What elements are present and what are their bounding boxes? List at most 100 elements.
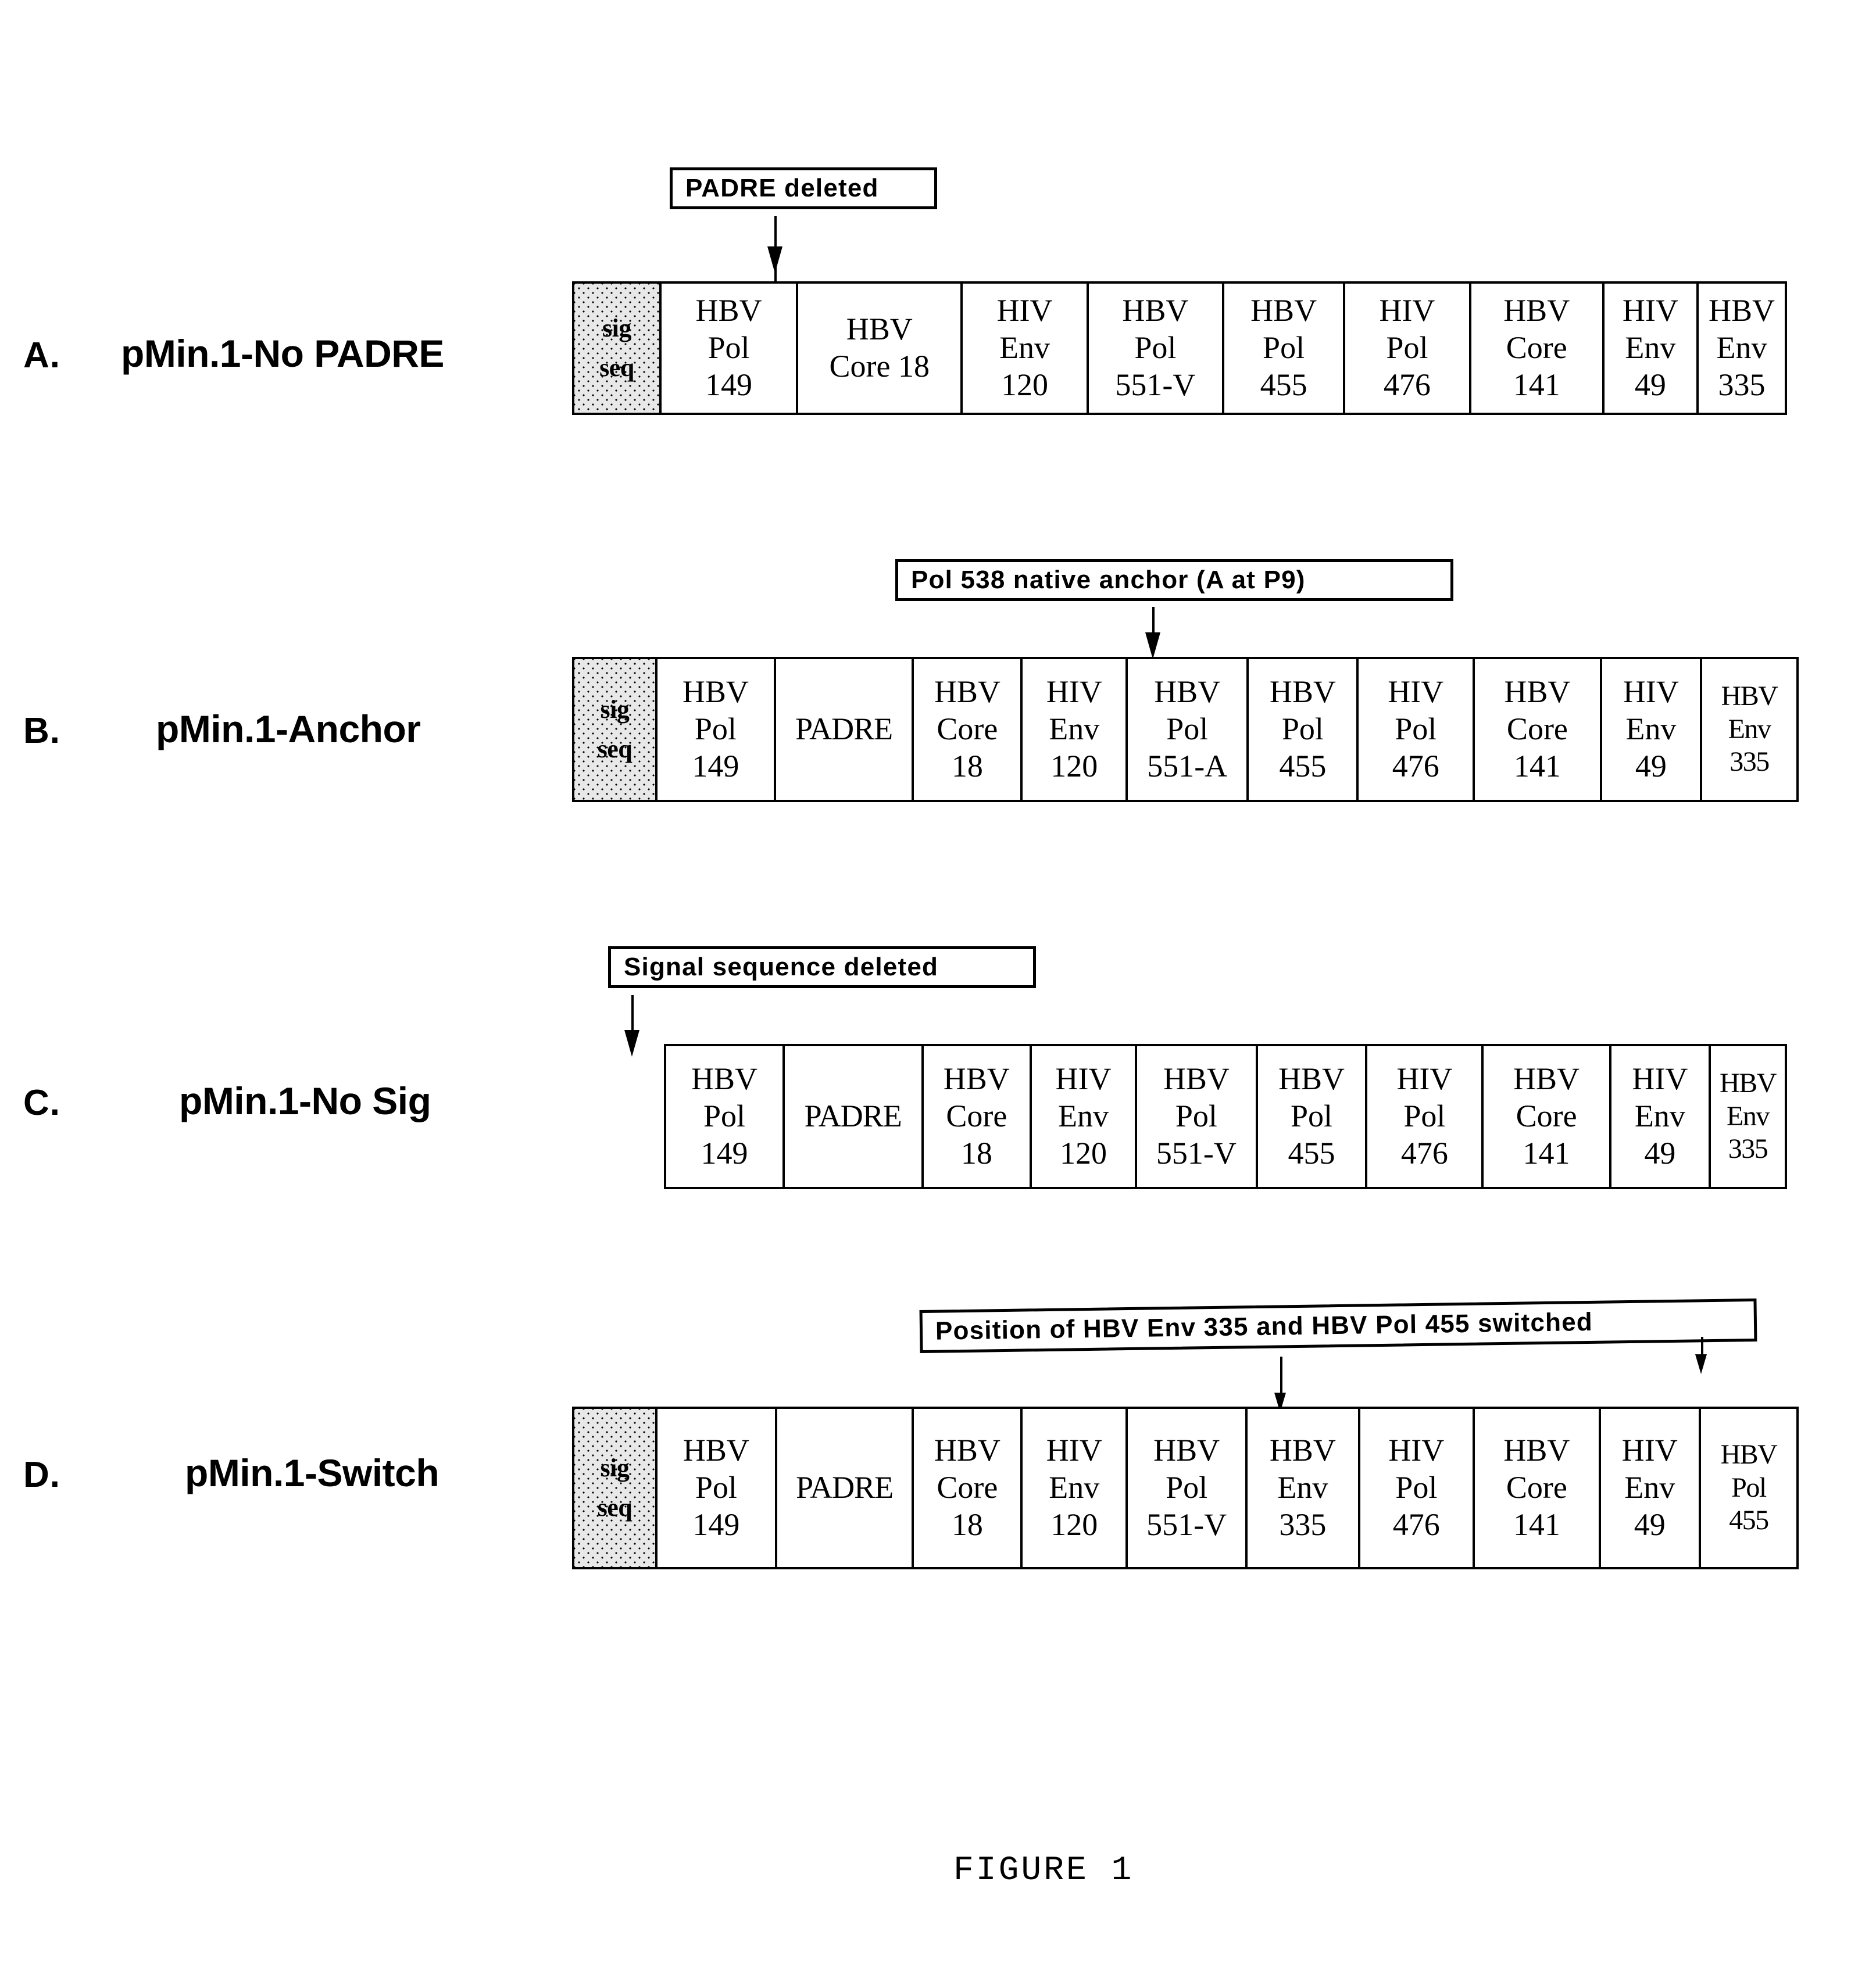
cassette-line: HBV [691, 1061, 757, 1097]
cassette-line: Pol [1731, 1472, 1767, 1503]
cassette-line: Pol [1395, 711, 1437, 747]
cassette-line: HBV [1154, 674, 1221, 710]
cassette-line: 551-V [1115, 367, 1196, 402]
cassette-line: HIV [1396, 1061, 1453, 1097]
cassette-line: 476 [1400, 1135, 1448, 1171]
cassette-line: 120 [1001, 367, 1049, 402]
panel-d-letter: D. [23, 1455, 60, 1495]
cassette-line: Env [1625, 711, 1677, 747]
cassette-line: HBV [1122, 293, 1189, 328]
epitope-cassette: HIV Env 120 [1023, 659, 1128, 800]
panel-a-construct-strip: sig seq HBV Pol 149 HBV Core 18 HIV Env 120 HBV Pol… [572, 281, 1787, 415]
epitope-cassette: HBV Pol 455 [1249, 659, 1359, 800]
epitope-cassette: HBV Pol 149 [658, 1409, 777, 1567]
cassette-line: 141 [1513, 748, 1561, 784]
panel-a-letter: A. [23, 335, 60, 375]
cassette-line: Pol [703, 1099, 745, 1134]
epitope-cassette: HBV Pol 149 [666, 1046, 785, 1187]
cassette-line: Env [1728, 713, 1771, 745]
epitope-cassette: HBV Core 141 [1484, 1046, 1611, 1187]
cassette-line: 476 [1392, 1507, 1440, 1542]
epitope-cassette: HIV Pol 476 [1360, 1409, 1475, 1567]
epitope-cassette: HBV Core 18 [924, 1046, 1032, 1187]
epitope-cassette: HIV Pol 476 [1345, 284, 1471, 413]
cassette-line: HIV [1379, 293, 1435, 328]
epitope-cassette: HIV Env 120 [1023, 1409, 1128, 1567]
panel-c-arrowhead [624, 1030, 639, 1057]
cassette-line: HBV [1720, 1439, 1778, 1471]
panel-d-arrowhead-pol455 [1695, 1354, 1707, 1374]
panel-d-construct-strip: sig seq HBV Pol 149 PADRE HBV Core 18 HIV Env 120 HB… [572, 1407, 1799, 1569]
cassette-line: sig [600, 695, 630, 724]
cassette-line: 120 [1050, 748, 1098, 784]
epitope-cassette: PADRE [776, 659, 914, 800]
panel-a-arrowhead [767, 246, 782, 273]
cassette-line: 335 [1279, 1507, 1327, 1542]
cassette-line: Env [1625, 330, 1676, 366]
cassette-line: HIV [996, 293, 1053, 328]
cassette-line: 476 [1383, 367, 1431, 402]
cassette-line: 141 [1523, 1135, 1570, 1171]
epitope-cassette: HBV Core 141 [1475, 1409, 1601, 1567]
signal-sequence-cassette: sig seq [574, 284, 662, 413]
cassette-line: 18 [960, 1135, 992, 1171]
cassette-line: HBV [1708, 293, 1775, 328]
epitope-cassette: HBV Pol 551-A [1128, 659, 1249, 800]
cassette-line: HBV [682, 1433, 749, 1468]
cassette-line: Core [1506, 1470, 1567, 1505]
cassette-line: sig [600, 1453, 630, 1482]
cassette-line: Env [1049, 711, 1100, 747]
cassette-line: seq [597, 735, 633, 763]
signal-sequence-cassette: sig seq [574, 659, 658, 800]
cassette-line: HBV [1250, 293, 1317, 328]
epitope-cassette: HBV Pol 551-V [1089, 284, 1224, 413]
epitope-cassette: HIV Env 49 [1602, 659, 1703, 800]
epitope-cassette: HBV Env 335 [1702, 659, 1796, 800]
panel-c-construct-strip: HBV Pol 149 PADRE HBV Core 18 HIV Env 120 HBV Pol 55… [664, 1044, 1787, 1189]
cassette-line: 476 [1392, 748, 1439, 784]
cassette-line: Core [937, 1470, 998, 1505]
cassette-line: 141 [1513, 1507, 1560, 1542]
cassette-line: Pol [1281, 711, 1324, 747]
cassette-line: HBV [943, 1061, 1010, 1097]
cassette-line: HBV [934, 1433, 1000, 1468]
epitope-cassette: HBV Core 18 [914, 659, 1023, 800]
epitope-cassette: HBV Core 18 [914, 1409, 1023, 1567]
cassette-line: Core 18 [829, 349, 930, 384]
cassette-line: HIV [1055, 1061, 1112, 1097]
figure-caption: FIGURE 1 [953, 1852, 1134, 1890]
cassette-line: HBV [682, 674, 749, 710]
epitope-cassette: HBV Pol 551-V [1128, 1409, 1248, 1567]
cassette-line: Pol [695, 1470, 737, 1505]
cassette-line: 455 [1288, 1135, 1335, 1171]
panel-b-callout: Pol 538 native anchor (A at P9) [895, 559, 1453, 601]
cassette-line: 335 [1728, 1133, 1768, 1165]
cassette-line: 149 [701, 1135, 748, 1171]
epitope-cassette: HBV Pol 149 [658, 659, 776, 800]
cassette-line: Env [1727, 1100, 1770, 1132]
cassette-line: HBV [1153, 1433, 1220, 1468]
cassette-line: Env [1058, 1099, 1109, 1134]
cassette-line: HIV [1388, 674, 1444, 710]
cassette-line: 335 [1730, 746, 1770, 778]
cassette-line: HBV [1269, 1433, 1336, 1468]
epitope-cassette: HIV Pol 476 [1359, 659, 1475, 800]
cassette-line: Pol [1403, 1099, 1446, 1134]
cassette-line: Pol [1263, 330, 1305, 366]
cassette-line: HBV [1513, 1061, 1580, 1097]
cassette-line: 551-V [1146, 1507, 1227, 1542]
epitope-cassette: HBV Core 141 [1475, 659, 1602, 800]
cassette-line: Env [1634, 1099, 1685, 1134]
epitope-cassette: HBV Env 335 [1699, 284, 1785, 413]
cassette-line: 120 [1060, 1135, 1107, 1171]
cassette-line: 455 [1260, 367, 1307, 402]
epitope-cassette: PADRE [777, 1409, 914, 1567]
epitope-cassette: HIV Pol 476 [1367, 1046, 1484, 1187]
cassette-line: Pol [1166, 1470, 1208, 1505]
cassette-line: 455 [1279, 748, 1327, 784]
cassette-line: seq [599, 353, 634, 382]
cassette-line: PADRE [795, 711, 893, 747]
cassette-line: HIV [1046, 1433, 1102, 1468]
panel-c-letter: C. [23, 1083, 60, 1123]
cassette-line: PADRE [796, 1470, 894, 1505]
